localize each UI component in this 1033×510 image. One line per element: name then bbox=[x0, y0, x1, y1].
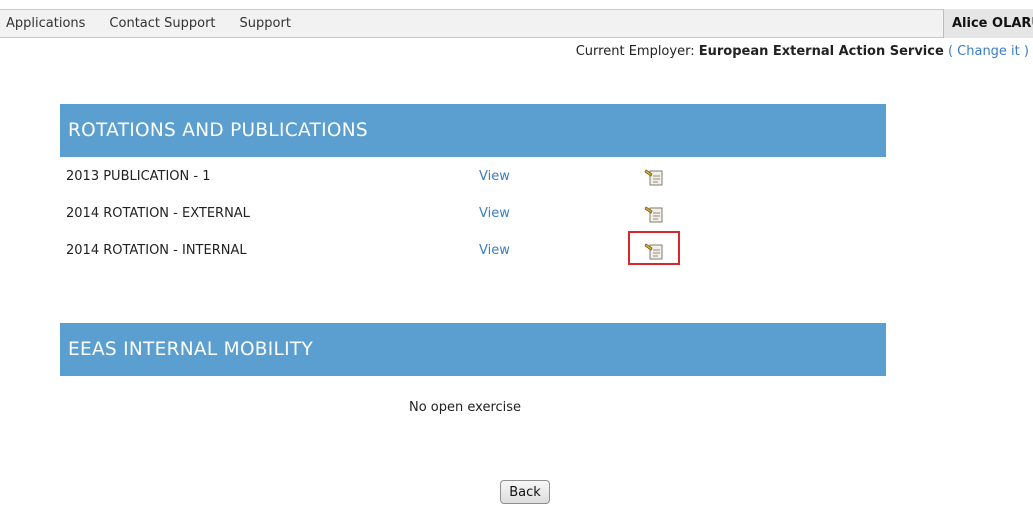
rotations-section-header: ROTATIONS AND PUBLICATIONS bbox=[60, 104, 886, 157]
change-employer-link[interactable]: ( Change it ) bbox=[948, 44, 1029, 59]
table-row: 2014 ROTATION - INTERNAL View bbox=[66, 241, 766, 263]
nav-contact-support[interactable]: Contact Support bbox=[109, 16, 215, 31]
view-link[interactable]: View bbox=[479, 243, 510, 258]
exercise-name: 2014 ROTATION - EXTERNAL bbox=[66, 206, 250, 221]
page: Applications Contact Support Support Ali… bbox=[0, 0, 1033, 510]
close-paren: ) bbox=[1023, 44, 1029, 59]
nav-support[interactable]: Support bbox=[240, 16, 291, 31]
exercise-name: 2014 ROTATION - INTERNAL bbox=[66, 243, 247, 258]
change-link-label: Change it bbox=[957, 44, 1020, 59]
mobility-section-header: EEAS INTERNAL MOBILITY bbox=[60, 323, 886, 376]
user-name[interactable]: Alice OLARU bbox=[943, 9, 1033, 38]
table-row: 2014 ROTATION - EXTERNAL View bbox=[66, 204, 766, 226]
top-navigation-bar: Applications Contact Support Support Ali… bbox=[0, 9, 1033, 38]
nav-applications[interactable]: Applications bbox=[6, 16, 85, 31]
document-edit-icon[interactable] bbox=[644, 204, 666, 224]
document-edit-icon[interactable] bbox=[644, 167, 666, 187]
employer-name: European External Action Service bbox=[698, 44, 944, 59]
exercise-name: 2013 PUBLICATION - 1 bbox=[66, 169, 211, 184]
view-link[interactable]: View bbox=[479, 169, 510, 184]
document-edit-icon[interactable] bbox=[644, 241, 666, 261]
main-nav: Applications Contact Support Support bbox=[0, 10, 308, 37]
empty-message: No open exercise bbox=[409, 400, 522, 415]
back-button[interactable]: Back bbox=[500, 480, 550, 504]
current-employer: Current Employer: European External Acti… bbox=[576, 44, 1029, 59]
view-link[interactable]: View bbox=[479, 206, 510, 221]
employer-label: Current Employer: bbox=[575, 44, 695, 59]
table-row: 2013 PUBLICATION - 1 View bbox=[66, 167, 766, 189]
open-paren: ( bbox=[947, 44, 954, 59]
